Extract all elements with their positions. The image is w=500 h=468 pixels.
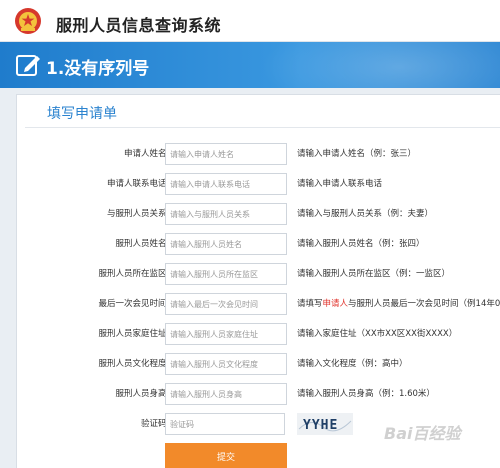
field-hint: 请输入申请人姓名（例：张三）: [297, 149, 417, 159]
submit-button[interactable]: 提交: [165, 443, 287, 468]
banner-glow: [250, 42, 500, 88]
hint-suffix: 与服刑人员最后一次会见时间（例14年05: [348, 299, 500, 309]
banner-title: 1.没有序列号: [46, 59, 150, 79]
form-row-relationship: 与服刑人员关系： 请输入与服刑人员关系 请输入与服刑人员关系（例：夫妻）: [17, 203, 500, 225]
home-address-input[interactable]: 请输入服刑人员家庭住址: [165, 323, 287, 345]
national-emblem-icon: [15, 8, 41, 34]
inmate-name-input[interactable]: 请输入服刑人员姓名: [165, 233, 287, 255]
field-hint: 请输入家庭住址（XX市XX区XX街XXXX）: [297, 329, 458, 339]
field-hint: 请输入文化程度（例：高中）: [297, 359, 408, 369]
application-form: 填写申请单 申请人姓名： 请输入申请人姓名 请输入申请人姓名（例：张三） 申请人…: [16, 94, 500, 468]
field-hint: 请输入服刑人员姓名（例：张四）: [297, 239, 425, 249]
height-input[interactable]: 请输入服刑人员身高: [165, 383, 287, 405]
captcha-input[interactable]: 验证码: [165, 413, 285, 435]
hint-prefix: 请填写: [297, 299, 323, 309]
relationship-input[interactable]: 请输入与服刑人员关系: [165, 203, 287, 225]
form-title: 填写申请单: [47, 106, 117, 122]
form-row-last-visit: 最后一次会见时间： 请输入最后一次会见时间 请填写申请人与服刑人员最后一次会见时…: [17, 293, 500, 315]
form-row-inmate-name: 服刑人员姓名： 请输入服刑人员姓名 请输入服刑人员姓名（例：张四）: [17, 233, 500, 255]
app-header: 服刑人员信息查询系统: [0, 0, 500, 42]
applicant-name-input[interactable]: 请输入申请人姓名: [165, 143, 287, 165]
applicant-phone-input[interactable]: 请输入申请人联系电话: [165, 173, 287, 195]
field-label: 服刑人员文化程度：: [98, 359, 175, 369]
last-visit-input[interactable]: 请输入最后一次会见时间: [165, 293, 287, 315]
field-hint: 请填写申请人与服刑人员最后一次会见时间（例14年05: [297, 297, 500, 309]
form-row-home-address: 服刑人员家庭住址： 请输入服刑人员家庭住址 请输入家庭住址（XX市XX区XX街X…: [17, 323, 500, 345]
edit-icon: [16, 55, 40, 76]
site-title: 服刑人员信息查询系统: [56, 16, 222, 35]
captcha-image[interactable]: YYHE: [297, 413, 353, 435]
field-hint: 请输入服刑人员身高（例：1.60米）: [297, 389, 435, 399]
form-row-applicant-phone: 申请人联系电话： 请输入申请人联系电话 请输入申请人联系电话: [17, 173, 500, 195]
form-row-prison-ward: 服刑人员所在监区： 请输入服刑人员所在监区 请输入服刑人员所在监区（例：一监区）: [17, 263, 500, 285]
field-label: 服刑人员所在监区：: [98, 269, 175, 279]
field-hint: 请输入服刑人员所在监区（例：一监区）: [297, 269, 451, 279]
field-hint: 请输入申请人联系电话: [297, 179, 383, 189]
field-label: 服刑人员家庭住址：: [98, 329, 175, 339]
captcha-text: YYHE: [303, 418, 338, 433]
form-row-height: 服刑人员身高： 请输入服刑人员身高 请输入服刑人员身高（例：1.60米）: [17, 383, 500, 405]
form-row-applicant-name: 申请人姓名： 请输入申请人姓名 请输入申请人姓名（例：张三）: [17, 143, 500, 165]
field-label: 最后一次会见时间：: [98, 299, 175, 309]
education-input[interactable]: 请输入服刑人员文化程度: [165, 353, 287, 375]
form-divider: [25, 127, 500, 128]
form-row-education: 服刑人员文化程度： 请输入服刑人员文化程度 请输入文化程度（例：高中）: [17, 353, 500, 375]
prison-ward-input[interactable]: 请输入服刑人员所在监区: [165, 263, 287, 285]
watermark: Bai百经验: [384, 424, 461, 443]
hint-highlight: 申请人: [322, 299, 349, 309]
section-banner: 1.没有序列号: [0, 42, 500, 88]
field-hint: 请输入与服刑人员关系（例：夫妻）: [297, 209, 434, 219]
